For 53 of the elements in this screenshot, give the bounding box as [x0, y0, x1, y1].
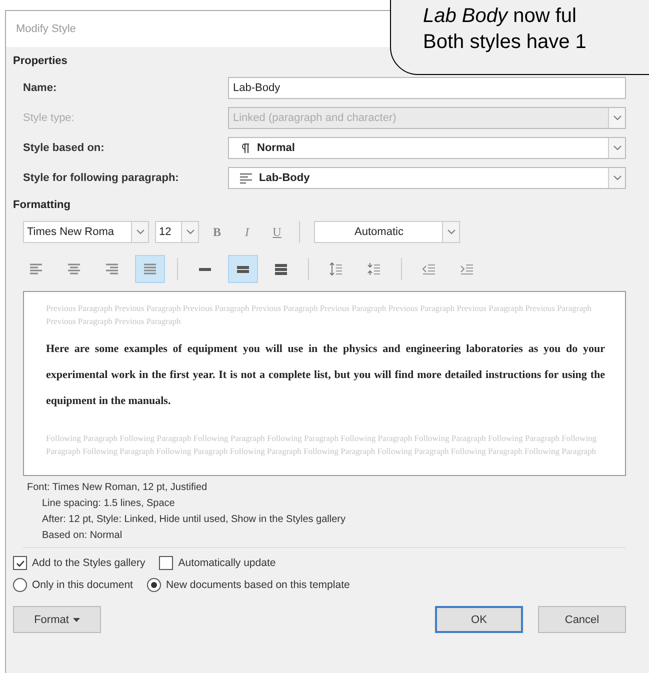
description-line: Font: Times New Roman, 12 pt, Justified: [27, 481, 208, 495]
pilcrow-icon: [239, 142, 251, 154]
alignment-icon: [104, 263, 120, 275]
style-dropdown[interactable]: Normal: [228, 137, 626, 159]
field-label: Style based on:: [23, 142, 106, 154]
alignment-icon: [66, 263, 82, 275]
sample-paragraph-text: Here are some examples of equipment you will use in the physics and engineering laboratories as you do your experimental work in the first year. It is not a complete list, but you will find more detailed instructions for using the equipment in the manuals.: [46, 342, 605, 409]
field-value: Lab-Body: [259, 172, 311, 184]
field-label: Name:: [23, 82, 58, 94]
dialog-button[interactable]: OK: [435, 606, 523, 633]
dialog-button[interactable]: Cancel: [538, 606, 626, 633]
line-spacing-icon: [275, 264, 287, 274]
radio-button[interactable]: [146, 578, 161, 592]
description-line: Based on: Normal: [41, 529, 124, 543]
field-value: Normal: [257, 142, 296, 154]
following-paragraph-text: Following Paragraph Following Paragraph Following Paragraph Following Paragraph Following Paragraph Following Paragraph Following Paragraph Following Paragraph Following Paragraph Following Paragraph Following Paragraph Following Paragraph Following Paragraph Following Paragraph Following Paragraph: [46, 432, 598, 458]
paragraph-style-icon: [239, 172, 253, 184]
previous-paragraph-text: Previous Paragraph Previous Paragraph Previous Paragraph Previous Paragraph Previous Paragraph Previous Paragraph Previous Paragraph Previous Paragraph Previous Paragraph Previous Paragraph: [46, 302, 593, 328]
size-dropdown[interactable]: 12: [155, 221, 199, 243]
checkbox[interactable]: [13, 556, 27, 570]
callout-text: Lab Body now ful: [423, 4, 578, 29]
caret-icon: [72, 618, 80, 622]
indent-icon: [459, 263, 475, 275]
alignment-icon: [142, 263, 158, 275]
field-label: Style type:: [23, 112, 76, 124]
paragraph-spacing-icon: [328, 262, 344, 276]
font-dropdown[interactable]: Times New Roma: [23, 221, 149, 243]
field-value: Lab-Body: [233, 82, 280, 94]
checkbox[interactable]: [159, 556, 174, 570]
checkbox-label: Add to the Styles gallery: [32, 557, 146, 569]
line-spacing-icon: [237, 266, 249, 272]
radio-button[interactable]: [13, 578, 27, 592]
window-title: Modify Style: [16, 23, 76, 35]
radio-label: New documents based on this template: [166, 579, 350, 591]
section-heading: Properties: [13, 55, 68, 67]
description-line: After: 12 pt, Style: Linked, Hide until used, Show in the Styles gallery: [41, 513, 346, 527]
paragraph-spacing-icon: [366, 262, 382, 276]
description-line: Line spacing: 1.5 lines, Space: [41, 497, 176, 511]
checkbox-label: Automatically update: [178, 557, 276, 569]
one-half-spacing-button[interactable]: [228, 255, 258, 283]
name-field[interactable]: Lab-Body: [228, 77, 626, 99]
line-spacing-icon: [199, 268, 211, 270]
style-dropdown[interactable]: Lab-Body: [228, 167, 626, 189]
field-label: Style for following paragraph:: [23, 172, 180, 184]
justify-button[interactable]: [135, 255, 165, 283]
field-value: Linked (paragraph and character): [233, 112, 398, 124]
indent-icon: [421, 263, 437, 275]
callout-text: Both styles have 1: [423, 30, 588, 55]
radio-label: Only in this document: [32, 579, 133, 591]
color-dropdown[interactable]: Automatic: [314, 221, 460, 243]
section-heading: Formatting: [13, 199, 72, 211]
alignment-icon: [28, 263, 44, 275]
format-menu-button[interactable]: Format: [13, 606, 101, 633]
